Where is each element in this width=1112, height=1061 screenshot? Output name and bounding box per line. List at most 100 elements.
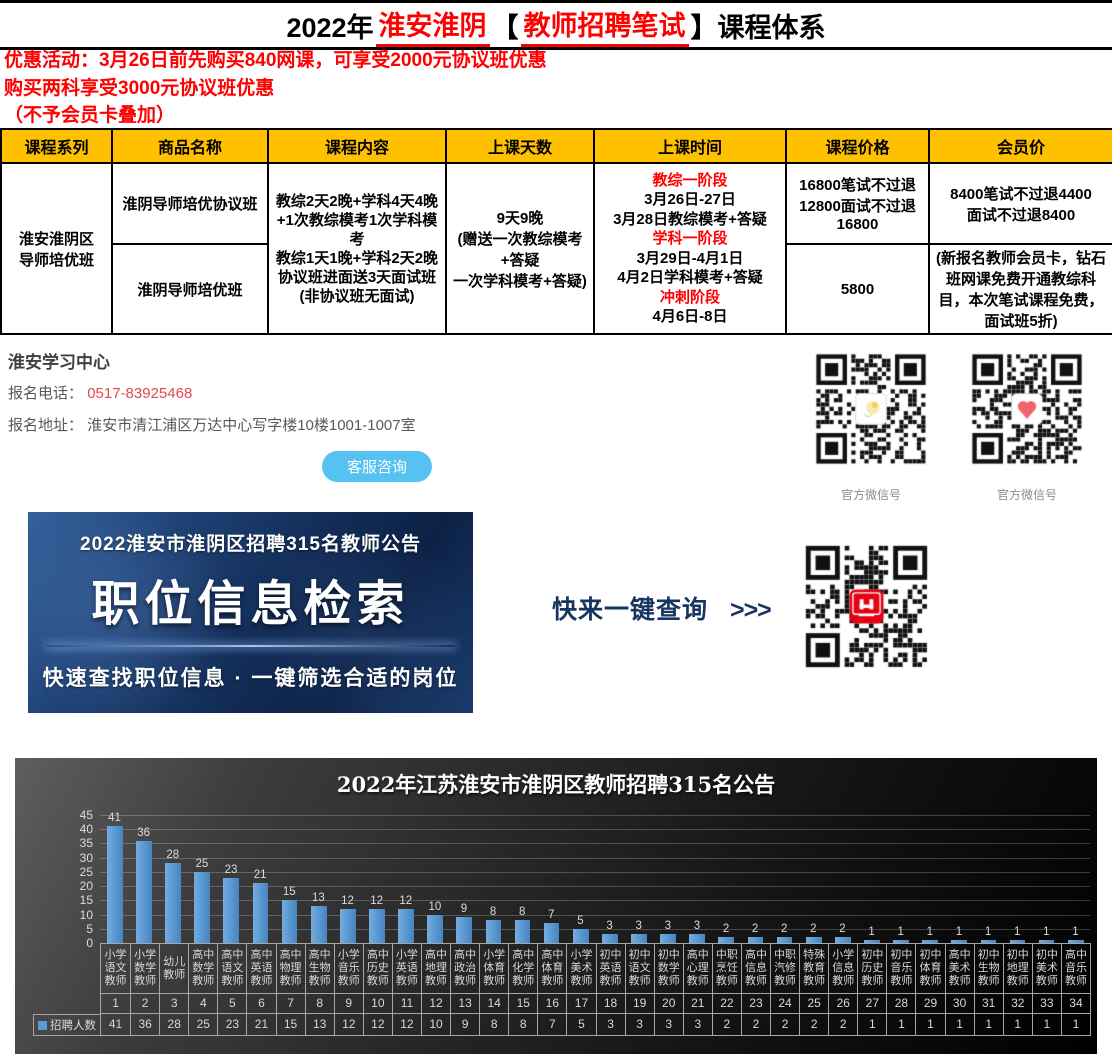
bar-value-label: 1 (857, 925, 886, 939)
product-cell-2: 淮阴导师培优班 (112, 244, 268, 334)
bar-value-label: 3 (624, 919, 653, 933)
legend-label: 招聘人数 (50, 1017, 96, 1033)
chart-table-cell: 5 (566, 1013, 595, 1035)
chart-table-cell: 12 (392, 1013, 421, 1035)
bar-value-label: 7 (537, 908, 566, 922)
bar-value-label: 2 (711, 922, 740, 936)
chart-table-cell: 22 (712, 993, 741, 1013)
chart-table-cell: 12 (421, 993, 450, 1013)
bar (456, 917, 472, 943)
chart-table-cell: 高中政治教师 (450, 944, 479, 993)
bar-value-label: 36 (129, 826, 158, 840)
chart-table-cell: 25 (799, 993, 828, 1013)
chart-table-cell: 23 (741, 993, 770, 1013)
chart-table-cell: 14 (479, 993, 508, 1013)
chart-table-cell: 12 (363, 1013, 392, 1035)
banner-top-line: 2022淮安市淮阴区招聘315名教师公告 (28, 529, 473, 556)
schedule-date-5: 4月6日-8日 (597, 307, 783, 327)
job-search-banner[interactable]: 2022淮安市淮阴区招聘315名教师公告 职位信息检索 快速查找职位信息 · 一… (28, 512, 473, 713)
chart-table-cell: 36 (130, 1013, 159, 1035)
cta-text: 快来一键查询 (552, 596, 708, 624)
bar-value-label: 12 (362, 894, 391, 908)
bar-value-label: 21 (246, 868, 275, 882)
content-cell: 教综2天2晚+学科4天4晚+1次教综模考1次学科模考 教综1天1晚+学科2天2晚… (268, 163, 446, 334)
chart-table-cell: 3 (683, 1013, 712, 1035)
y-axis-tick-label: 20 (55, 878, 93, 894)
price-cell-1: 16800笔试不过退 12800面试不过退 16800 (786, 163, 929, 244)
chart-table-cell: 高中化学教师 (508, 944, 537, 993)
series-cell: 淮安淮阴区 导师培优班 (1, 163, 112, 334)
bar-value-label: 3 (682, 919, 711, 933)
chart-table-cell: 1 (101, 993, 130, 1013)
address-value: 淮安市清江浦区万达中心写字楼10楼1001-1007室 (87, 417, 415, 434)
chart-table-cell: 高中心理教师 (683, 944, 712, 993)
bar (223, 878, 239, 943)
qr-caption-1: 官方微信号 (812, 486, 930, 503)
chart-table-cell: 小学英语教师 (392, 944, 421, 993)
chart-table-cell: 24 (770, 993, 799, 1013)
content-line-2: 教综1天1晚+学科2天2晚协议班进面送3天面试班(非协议班无面试) (271, 249, 443, 306)
schedule-cell: 教综一阶段 3月26日-27日 3月28日教综模考+答疑 学科一阶段 3月29日… (594, 163, 786, 334)
wechat-qr-code-1 (812, 350, 930, 468)
query-qr-code (801, 541, 932, 672)
chart-legend: 招聘人数 (33, 1014, 101, 1036)
price-cell-2: 5800 (786, 244, 929, 334)
chart-table-cell: 高中历史教师 (363, 944, 392, 993)
chart-table-cell: 小学语文教师 (101, 944, 130, 993)
chart-table-cell: 高中体育教师 (537, 944, 566, 993)
chart-table-cell: 中职汽修教师 (770, 944, 799, 993)
bar-value-label: 1 (1032, 925, 1061, 939)
chart-table-cell: 11 (392, 993, 421, 1013)
banner-main-title: 职位信息检索 (28, 564, 473, 634)
chart-table-cell: 41 (101, 1013, 130, 1035)
bar (311, 906, 327, 943)
title-highlight-exam: 教师招聘笔试 (521, 4, 689, 47)
chart-table-cell: 13 (450, 993, 479, 1013)
schedule-phase-3: 冲刺阶段 (597, 288, 783, 308)
wechat-qr-code-2 (968, 350, 1086, 468)
chart-table-cell: 28 (159, 1013, 188, 1035)
y-axis-tick-label: 15 (55, 892, 93, 908)
bar (486, 920, 502, 943)
phone-line: 报名电话： 0517-83925468 (8, 382, 192, 403)
chart-table-cell: 特殊教育教师 (799, 944, 828, 993)
chart-table-cell: 21 (246, 1013, 275, 1035)
y-axis-tick-label: 0 (55, 935, 93, 951)
title-highlight-region: 淮安淮阴 (376, 4, 490, 47)
member-price-cell-1: 8400笔试不过退4400 面试不过退8400 (929, 163, 1112, 244)
bar (107, 826, 123, 943)
product-cell-1: 淮阴导师培优协议班 (112, 163, 268, 244)
bar (253, 883, 269, 943)
bar (544, 923, 560, 943)
bar-value-label: 3 (595, 919, 624, 933)
banner-bottom-line: 快速查找职位信息 · 一键筛选合适的岗位 (28, 662, 473, 692)
days-cell: 9天9晚 (赠送一次教综模考+答疑 一次学科模考+答疑) (446, 163, 594, 334)
chart-table-cell: 23 (217, 1013, 246, 1035)
customer-service-button[interactable]: 客服咨询 (322, 451, 432, 482)
schedule-date-1: 3月26日-27日 (597, 190, 783, 210)
member-price-cell-2: (新报名教师会员卡，钻石班网课免费开通教综科目，本次笔试课程免费，面试班5折) (929, 244, 1112, 334)
chart-table-cell: 28 (886, 993, 915, 1013)
legend-swatch (38, 1021, 47, 1030)
chart-table-cell: 小学美术教师 (566, 944, 595, 993)
bar (282, 900, 298, 943)
bar-value-label: 12 (391, 894, 420, 908)
chart-table-cell: 2 (828, 1013, 857, 1035)
chart-table-cell: 31 (974, 993, 1003, 1013)
content-line-1: 教综2天2晚+学科4天4晚+1次教综模考1次学科模考 (271, 192, 443, 249)
chart-table-cell: 3 (159, 993, 188, 1013)
chart-table-cell: 21 (683, 993, 712, 1013)
phone-label: 报名电话： (8, 385, 83, 402)
col-header-product: 商品名称 (112, 129, 268, 163)
chart-table-cell: 8 (479, 1013, 508, 1035)
bar (369, 909, 385, 943)
bar-value-label: 2 (741, 922, 770, 936)
chart-table-cell: 高中音乐教师 (1061, 944, 1090, 993)
address-line: 报名地址： 淮安市清江浦区万达中心写字楼10楼1001-1007室 (8, 414, 416, 435)
schedule-phase-1: 教综一阶段 (597, 171, 783, 191)
chart-table-cell: 1 (1003, 1013, 1032, 1035)
bar-value-label: 1 (1061, 925, 1090, 939)
chart-table-cell: 9 (450, 1013, 479, 1035)
bar-value-label: 1 (1003, 925, 1032, 939)
chart-table-cell: 10 (421, 1013, 450, 1035)
